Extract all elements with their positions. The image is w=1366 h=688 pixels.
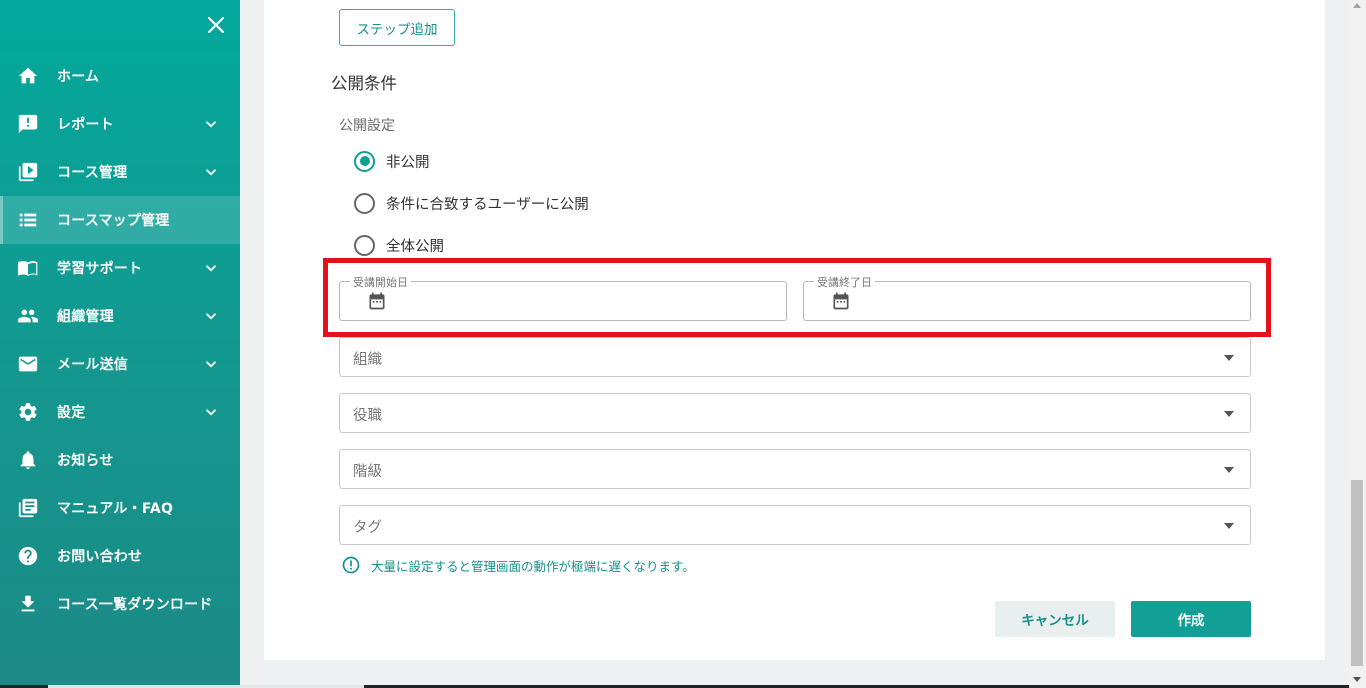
sidebar-item-report[interactable]: レポート bbox=[0, 100, 240, 148]
book-icon bbox=[17, 261, 38, 276]
organization-select[interactable]: 組織 bbox=[339, 337, 1251, 377]
radio-label: 条件に合致するユーザーに公開 bbox=[386, 196, 589, 213]
sidebar-item-course[interactable]: コース管理 bbox=[0, 148, 240, 196]
radio-conditional[interactable]: 条件に合致するユーザーに公開 bbox=[354, 191, 589, 215]
home-icon bbox=[18, 67, 38, 84]
radio-checked-icon[interactable] bbox=[354, 150, 375, 172]
add-step-button[interactable]: ステップ追加 bbox=[339, 9, 455, 46]
publish-setting-label: 公開設定 bbox=[339, 118, 395, 134]
sidebar-item-news[interactable]: お知らせ bbox=[0, 436, 240, 484]
chevron-down-icon bbox=[205, 121, 217, 128]
sidebar-item-label: メール送信 bbox=[57, 357, 128, 373]
position-select[interactable]: 役職 bbox=[339, 393, 1251, 433]
cancel-button[interactable]: キャンセル bbox=[995, 601, 1115, 637]
sidebar-item-label: お問い合わせ bbox=[57, 549, 143, 565]
info-icon bbox=[342, 556, 360, 574]
select-placeholder: 組織 bbox=[353, 352, 382, 368]
select-placeholder: 階級 bbox=[353, 464, 382, 480]
manual-icon bbox=[18, 498, 38, 518]
scrollbar-thumb[interactable] bbox=[1351, 480, 1363, 666]
sidebar-item-label: お知らせ bbox=[57, 453, 114, 469]
scroll-down-icon[interactable] bbox=[1353, 677, 1361, 682]
sidebar-item-home[interactable]: ホーム bbox=[0, 52, 240, 100]
sidebar-item-contact[interactable]: お問い合わせ bbox=[0, 532, 240, 580]
sidebar-item-download[interactable]: コース一覧ダウンロード bbox=[0, 580, 240, 628]
report-icon bbox=[18, 114, 38, 134]
sidebar-item-organization[interactable]: 組織管理 bbox=[0, 292, 240, 340]
chevron-down-icon bbox=[205, 313, 217, 320]
highlight-box bbox=[323, 258, 1271, 337]
sidebar-item-label: 組織管理 bbox=[57, 309, 114, 325]
sidebar-item-coursemap[interactable]: コースマップ管理 bbox=[0, 196, 240, 244]
help-icon bbox=[18, 546, 38, 566]
radio-private[interactable]: 非公開 bbox=[354, 149, 430, 173]
tag-select[interactable]: タグ bbox=[339, 505, 1251, 545]
warning-text: 大量に設定すると管理画面の動作が極端に遅くなります。 bbox=[371, 558, 695, 574]
dropdown-arrow-icon bbox=[1224, 523, 1234, 529]
section-title: 公開条件 bbox=[331, 74, 397, 93]
chevron-down-icon bbox=[205, 169, 217, 176]
scroll-up-icon[interactable] bbox=[1353, 3, 1361, 8]
sidebar: ホーム レポート コース管理 コースマップ管理 学習サポート 組織管理 メール送… bbox=[0, 0, 240, 688]
dropdown-arrow-icon bbox=[1224, 355, 1234, 361]
sidebar-item-manual[interactable]: マニュアル・FAQ bbox=[0, 484, 240, 532]
rank-select[interactable]: 階級 bbox=[339, 449, 1251, 489]
radio-public[interactable]: 全体公開 bbox=[354, 233, 444, 257]
radio-unchecked-icon[interactable] bbox=[354, 234, 375, 256]
people-icon bbox=[17, 309, 39, 323]
sidebar-item-label: ホーム bbox=[57, 69, 100, 85]
select-placeholder: タグ bbox=[353, 520, 382, 536]
chevron-down-icon bbox=[205, 409, 217, 416]
bell-icon bbox=[20, 451, 36, 470]
sidebar-item-label: 学習サポート bbox=[57, 261, 143, 277]
sidebar-item-label: コース管理 bbox=[57, 165, 128, 181]
select-placeholder: 役職 bbox=[353, 408, 382, 424]
dropdown-arrow-icon bbox=[1224, 467, 1234, 473]
close-icon[interactable] bbox=[204, 13, 228, 37]
sidebar-item-mail[interactable]: メール送信 bbox=[0, 340, 240, 388]
create-button[interactable]: 作成 bbox=[1131, 601, 1251, 637]
list-icon bbox=[19, 213, 37, 227]
chevron-down-icon bbox=[205, 265, 217, 272]
warning-message: 大量に設定すると管理画面の動作が極端に遅くなります。 bbox=[341, 555, 695, 575]
sidebar-item-label: コースマップ管理 bbox=[57, 213, 170, 229]
sidebar-item-label: 設定 bbox=[57, 405, 86, 421]
dropdown-arrow-icon bbox=[1224, 411, 1234, 417]
sidebar-item-label: マニュアル・FAQ bbox=[57, 501, 174, 517]
radio-label: 非公開 bbox=[386, 154, 430, 171]
chevron-down-icon bbox=[205, 361, 217, 368]
sidebar-item-learning-support[interactable]: 学習サポート bbox=[0, 244, 240, 292]
sidebar-item-label: コース一覧ダウンロード bbox=[57, 597, 213, 613]
scrollbar[interactable] bbox=[1349, 0, 1366, 688]
download-icon bbox=[21, 595, 35, 612]
radio-label: 全体公開 bbox=[386, 238, 444, 255]
radio-unchecked-icon[interactable] bbox=[354, 192, 375, 214]
sidebar-item-label: レポート bbox=[57, 117, 114, 133]
sidebar-item-settings[interactable]: 設定 bbox=[0, 388, 240, 436]
mail-icon bbox=[18, 356, 38, 372]
gear-icon bbox=[19, 403, 37, 421]
course-icon bbox=[18, 162, 38, 182]
